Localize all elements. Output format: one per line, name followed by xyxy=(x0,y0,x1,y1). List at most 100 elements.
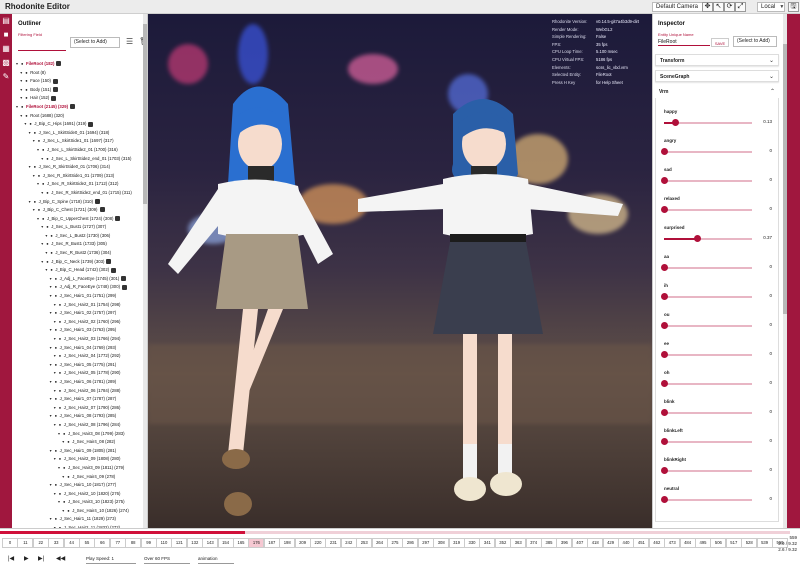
slider-thumb[interactable] xyxy=(661,293,668,300)
component-add-select[interactable]: (Select to Add) xyxy=(733,36,777,47)
tree-row[interactable]: ▾ ● J_Bip_C_Neck (1739) (303) xyxy=(12,258,146,267)
tree-row[interactable]: ▾ ● Body (151) xyxy=(12,86,146,95)
frame-tick[interactable]: 77 xyxy=(109,538,126,548)
tree-row[interactable]: ▾ ● J_Sec_Hair3_09 (1811) (279) xyxy=(12,464,146,473)
tree-row[interactable]: ▾ ● J_Sec_Hair4_10 (1826) (274) xyxy=(12,507,146,516)
tree-row[interactable]: ▾ ● J_Sec_Hair3_08 (1799) (283) xyxy=(12,430,146,439)
frame-tick[interactable]: 176 xyxy=(248,538,265,548)
slider-thumb[interactable] xyxy=(672,119,680,126)
slider-track[interactable] xyxy=(661,467,752,474)
tree-row[interactable]: ▾ ● J_Sec_Hair1_02 (1757) (297) xyxy=(12,309,146,318)
frame-tick[interactable]: 495 xyxy=(695,538,711,548)
tree-row[interactable]: ▾ ● J_Sec_Hair1_03 (1763) (295) xyxy=(12,326,146,335)
tree-row[interactable]: ▾ ● J_Adj_R_FaceEye (1748) (300) xyxy=(12,283,146,292)
frame-tick[interactable]: 462 xyxy=(648,538,665,548)
tree-row[interactable]: ▾ ● J_Sec_Hair2_06 (1784) (288) xyxy=(12,387,146,396)
slider-thumb[interactable] xyxy=(661,496,668,503)
tree-row[interactable]: ▾ ● J_Sec_Hair2_04 (1772) (292) xyxy=(12,352,146,361)
tree-row[interactable]: ▾ ● J_Sec_Hair2_03 (1766) (294) xyxy=(12,335,146,344)
slider-track[interactable] xyxy=(661,409,752,416)
frame-tick[interactable]: 198 xyxy=(279,538,296,548)
frame-tick[interactable]: 385 xyxy=(541,538,557,548)
tree-row[interactable]: ▾ ● J_Sec_Hair3_10 (1823) (275) xyxy=(12,498,146,507)
slider-thumb[interactable] xyxy=(661,206,668,213)
tree-row[interactable]: ▾ ● J_Sec_R_Bust2 (1736) (304) xyxy=(12,249,146,258)
tree-row[interactable]: ▾ ● J_Bip_C_Spine (1718) (310) xyxy=(12,198,146,207)
frame-tick[interactable]: 286 xyxy=(402,538,419,548)
slider-track[interactable] xyxy=(661,322,752,329)
frame-tick[interactable]: 539 xyxy=(756,538,773,548)
slider-track[interactable] xyxy=(661,496,752,503)
tree-row[interactable]: ▾ ● J_Bip_C_UpperChest (1724) (308) xyxy=(12,215,146,224)
frame-tick[interactable]: 253 xyxy=(356,538,373,548)
vrm-section-header[interactable]: Vrm ⌃ xyxy=(655,86,779,98)
slider-thumb[interactable] xyxy=(661,467,668,474)
frame-tick[interactable]: 363 xyxy=(510,538,527,548)
frame-tick[interactable]: 319 xyxy=(448,538,465,548)
fps-select[interactable]: Over 60 FPS xyxy=(144,555,190,564)
tree-row[interactable]: ▾ ● J_Sec_Hair1_04 (1769) (293) xyxy=(12,344,146,353)
frame-tick[interactable]: 143 xyxy=(202,538,219,548)
entity-name-input[interactable]: FileRoot xyxy=(658,38,710,46)
tree-row[interactable]: ▾ ● J_Sec_Hair1_09 (1805) (281) xyxy=(12,447,146,456)
frame-tick[interactable]: 110 xyxy=(156,538,172,548)
tree-row[interactable]: ▾ ● J_Sec_R_SkirtSide0_01 (1706) (314) xyxy=(12,163,146,172)
tree-row[interactable]: ▾ ● J_Sec_R_SkirtSide2_end_01 (1715) (311) xyxy=(12,189,146,198)
tree-row[interactable]: ▾ ● J_Sec_L_Bust1 (1727) (307) xyxy=(12,223,146,232)
frame-tick[interactable]: 22 xyxy=(32,538,49,548)
frame-tick[interactable]: 132 xyxy=(186,538,203,548)
frame-tick[interactable]: 528 xyxy=(741,538,758,548)
tree-row[interactable]: ▾ ● J_Sec_L_SkirtSide2_01 (1700) (316) xyxy=(12,146,146,155)
slider-thumb[interactable] xyxy=(661,351,668,358)
tree-row[interactable]: ▾ ● J_Sec_Hair2_02 (1760) (296) xyxy=(12,318,146,327)
tree-row[interactable]: ▾ ● J_Sec_Hair2_05 (1778) (290) xyxy=(12,369,146,378)
tree-row[interactable]: ▾ ● J_Sec_R_SkirtSide2_01 (1712) (312) xyxy=(12,180,146,189)
inspector-section-scenegraph[interactable]: SceneGraph ⌄ xyxy=(655,70,779,82)
tree-row[interactable]: ▾ ● J_Adj_L_FaceEye (1745) (301) xyxy=(12,275,146,284)
tree-row[interactable]: ▾ ● J_Sec_R_Bust1 (1733) (305) xyxy=(12,240,146,249)
tree-row[interactable]: ▾ ● J_Sec_L_SkirtSide1_01 (1697) (317) xyxy=(12,137,146,146)
frame-tick[interactable]: 341 xyxy=(479,538,496,548)
wrench-icon[interactable]: ✎ xyxy=(0,70,12,84)
grid-icon[interactable]: ▩ xyxy=(0,56,12,70)
tree-row[interactable]: ▾ ● J_Sec_Hair2_07 (1790) (286) xyxy=(12,404,146,413)
image-icon[interactable]: ▦ xyxy=(0,42,12,56)
frame-tick[interactable]: 99 xyxy=(140,538,157,548)
frame-tick[interactable]: 440 xyxy=(618,538,634,548)
tree-row[interactable]: ▾ ● J_Sec_L_SkirtSide0_01 (1694) (318) xyxy=(12,129,146,138)
outliner-scroll-thumb[interactable] xyxy=(143,24,147,204)
slider-track[interactable] xyxy=(661,177,752,184)
tree-row[interactable]: ▾ ● J_Sec_Hair1_08 (1793) (285) xyxy=(12,412,146,421)
frame-tick[interactable]: 484 xyxy=(679,538,696,548)
tree-row[interactable]: ▾ ● J_Sec_Hair2_08 (1796) (284) xyxy=(12,421,146,430)
tree-row[interactable]: ▾ ● J_Sec_Hair4_09 (278) xyxy=(12,473,146,482)
next-frame-button[interactable]: ▶| xyxy=(38,555,44,563)
3d-viewport[interactable]: Rhodonite Version: v0.14.5-git7a4b3d9-dir… xyxy=(148,14,652,528)
camera-icon[interactable]: ■ xyxy=(0,28,12,42)
play-speed-select[interactable]: Play Speed: 1 xyxy=(86,555,136,564)
frame-tick[interactable]: 121 xyxy=(171,538,188,548)
save-button[interactable]: SAVE xyxy=(711,38,729,47)
slider-track[interactable] xyxy=(661,293,752,300)
tree-row[interactable]: ▾ ● J_Sec_Hair1_06 (1781) (289) xyxy=(12,378,146,387)
slider-track[interactable] xyxy=(664,235,752,242)
frame-tick[interactable]: 517 xyxy=(725,538,742,548)
tree-row[interactable]: ▾ ● J_Sec_Hair1_10 (1817) (277) xyxy=(12,481,146,490)
slider-track[interactable] xyxy=(664,119,752,126)
prev-frame-button[interactable]: |◀ xyxy=(8,555,14,563)
tree-row[interactable]: ▾ ● Face (150) xyxy=(12,77,146,86)
rotate-tool-icon[interactable]: ⟳ xyxy=(724,2,735,12)
move-tool-icon[interactable]: ✥ xyxy=(702,2,713,12)
frame-tick[interactable]: 396 xyxy=(556,538,573,548)
animation-select[interactable]: animation xyxy=(198,555,234,564)
save-icon[interactable]: 🖫 xyxy=(788,2,799,12)
frame-tick[interactable]: 429 xyxy=(602,538,619,548)
tree-row[interactable]: ▾ ● J_Sec_Hair1_11 (1829) (273) xyxy=(12,515,146,524)
select-tool-icon[interactable]: ↖ xyxy=(713,2,724,12)
slider-track[interactable] xyxy=(661,206,752,213)
tree-row[interactable]: ▾ ● J_Sec_Hair2_01 (1754) (298) xyxy=(12,301,146,310)
character-left[interactable] xyxy=(148,74,348,528)
slider-track[interactable] xyxy=(661,438,752,445)
tree-row[interactable]: ▾ ● J_Sec_Hair2_09 (1808) (280) xyxy=(12,455,146,464)
tree-row[interactable]: ▾ ● J_Sec_Hair2_10 (1820) (276) xyxy=(12,490,146,499)
